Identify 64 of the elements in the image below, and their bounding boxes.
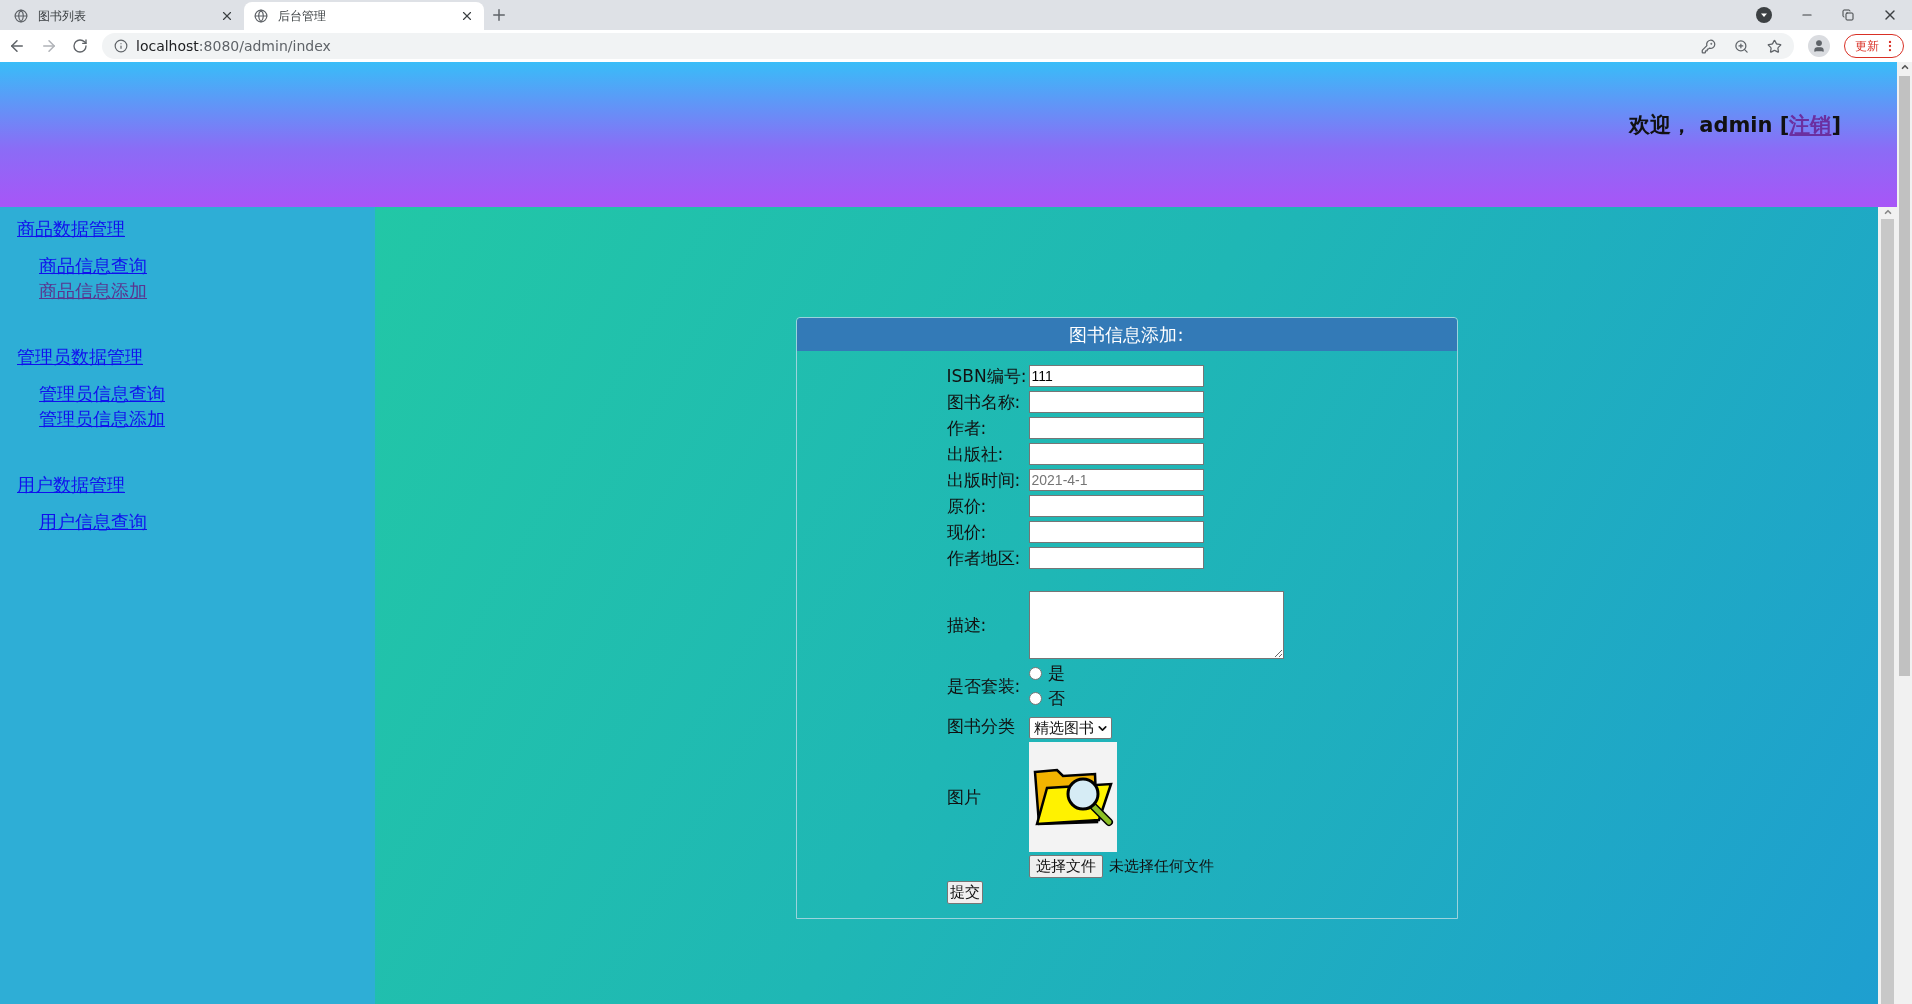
info-icon <box>114 39 128 53</box>
sidebar-group-link[interactable]: 用户数据管理 <box>17 473 125 497</box>
sidebar-group-link[interactable]: 商品数据管理 <box>17 217 125 241</box>
new-tab-icon[interactable] <box>490 6 508 24</box>
choose-file-button[interactable]: 选择文件 <box>1028 855 1103 878</box>
restore-icon[interactable] <box>1842 9 1854 21</box>
star-icon[interactable] <box>1767 38 1782 54</box>
key-icon[interactable] <box>1701 38 1716 54</box>
text-field[interactable] <box>1028 443 1204 465</box>
url-path: :8080/admin/index <box>198 38 331 54</box>
text-field[interactable]: 111 <box>1028 365 1204 387</box>
sidebar-link[interactable]: 商品信息查询 <box>39 253 147 278</box>
scroll-thumb[interactable] <box>1881 219 1894 1004</box>
description-field[interactable] <box>1028 591 1284 659</box>
text-field[interactable] <box>1028 495 1204 517</box>
field-label: 描述: <box>946 613 988 637</box>
reload-icon[interactable] <box>72 38 88 54</box>
radio-label: 是 <box>1047 662 1065 685</box>
field-label: 出版社: <box>946 443 1005 466</box>
text-field[interactable] <box>1028 417 1204 439</box>
scroll-up-icon[interactable] <box>1882 207 1893 217</box>
globe-icon <box>14 9 28 23</box>
browser-tab[interactable]: 图书列表 <box>4 2 244 30</box>
profile-icon[interactable] <box>1808 35 1830 57</box>
radio-label: 否 <box>1047 687 1065 710</box>
field-label: 作者地区: <box>946 547 1022 570</box>
browser-tab[interactable]: 后台管理 <box>244 2 484 30</box>
close-icon[interactable] <box>220 9 234 23</box>
text-field[interactable]: 2021-4-1 <box>1028 469 1204 491</box>
text-field[interactable] <box>1028 547 1204 569</box>
back-icon[interactable] <box>8 37 26 55</box>
sidebar-link[interactable]: 管理员信息查询 <box>39 381 165 406</box>
sidebar-link[interactable]: 管理员信息添加 <box>39 406 165 431</box>
text-field[interactable] <box>1028 521 1204 543</box>
update-button[interactable]: 更新 <box>1844 34 1904 58</box>
tab-search-icon[interactable] <box>1756 7 1772 23</box>
file-status: 未选择任何文件 <box>1108 857 1214 876</box>
field-label: 作者: <box>946 417 988 440</box>
sidebar-link[interactable]: 商品信息添加 <box>39 278 147 303</box>
text-field[interactable] <box>1028 391 1204 413</box>
sidebar-link[interactable]: 用户信息查询 <box>39 509 147 534</box>
field-label: 原价: <box>946 495 988 518</box>
address-field[interactable]: localhost:8080/admin/index <box>102 33 1794 59</box>
panel-title: 图书信息添加: <box>796 318 1457 351</box>
radio-button[interactable] <box>1028 692 1042 705</box>
submit-button[interactable]: 提交 <box>946 881 983 904</box>
field-label: 图片 <box>946 785 982 809</box>
category-select[interactable]: 精选图书 <box>1028 717 1112 739</box>
field-label: 图书分类 <box>946 714 1016 738</box>
logout-link[interactable]: 注销 <box>1789 112 1832 137</box>
url-host: localhost <box>136 38 199 54</box>
field-label: ISBN编号: <box>946 365 1028 388</box>
zoom-icon[interactable] <box>1734 38 1749 54</box>
field-label: 是否套装: <box>946 674 1022 698</box>
close-icon[interactable] <box>460 9 474 23</box>
radio-button[interactable] <box>1028 667 1042 680</box>
scroll-thumb[interactable] <box>1899 76 1910 676</box>
field-label: 现价: <box>946 521 988 544</box>
field-label: 图书名称: <box>946 391 1022 414</box>
field-label: 出版时间: <box>946 469 1022 492</box>
greeting-text: 欢迎， admin [注销] <box>1628 111 1841 139</box>
scroll-up-icon[interactable] <box>1899 62 1910 72</box>
globe-icon <box>254 9 268 23</box>
sidebar-group-link[interactable]: 管理员数据管理 <box>17 345 143 369</box>
